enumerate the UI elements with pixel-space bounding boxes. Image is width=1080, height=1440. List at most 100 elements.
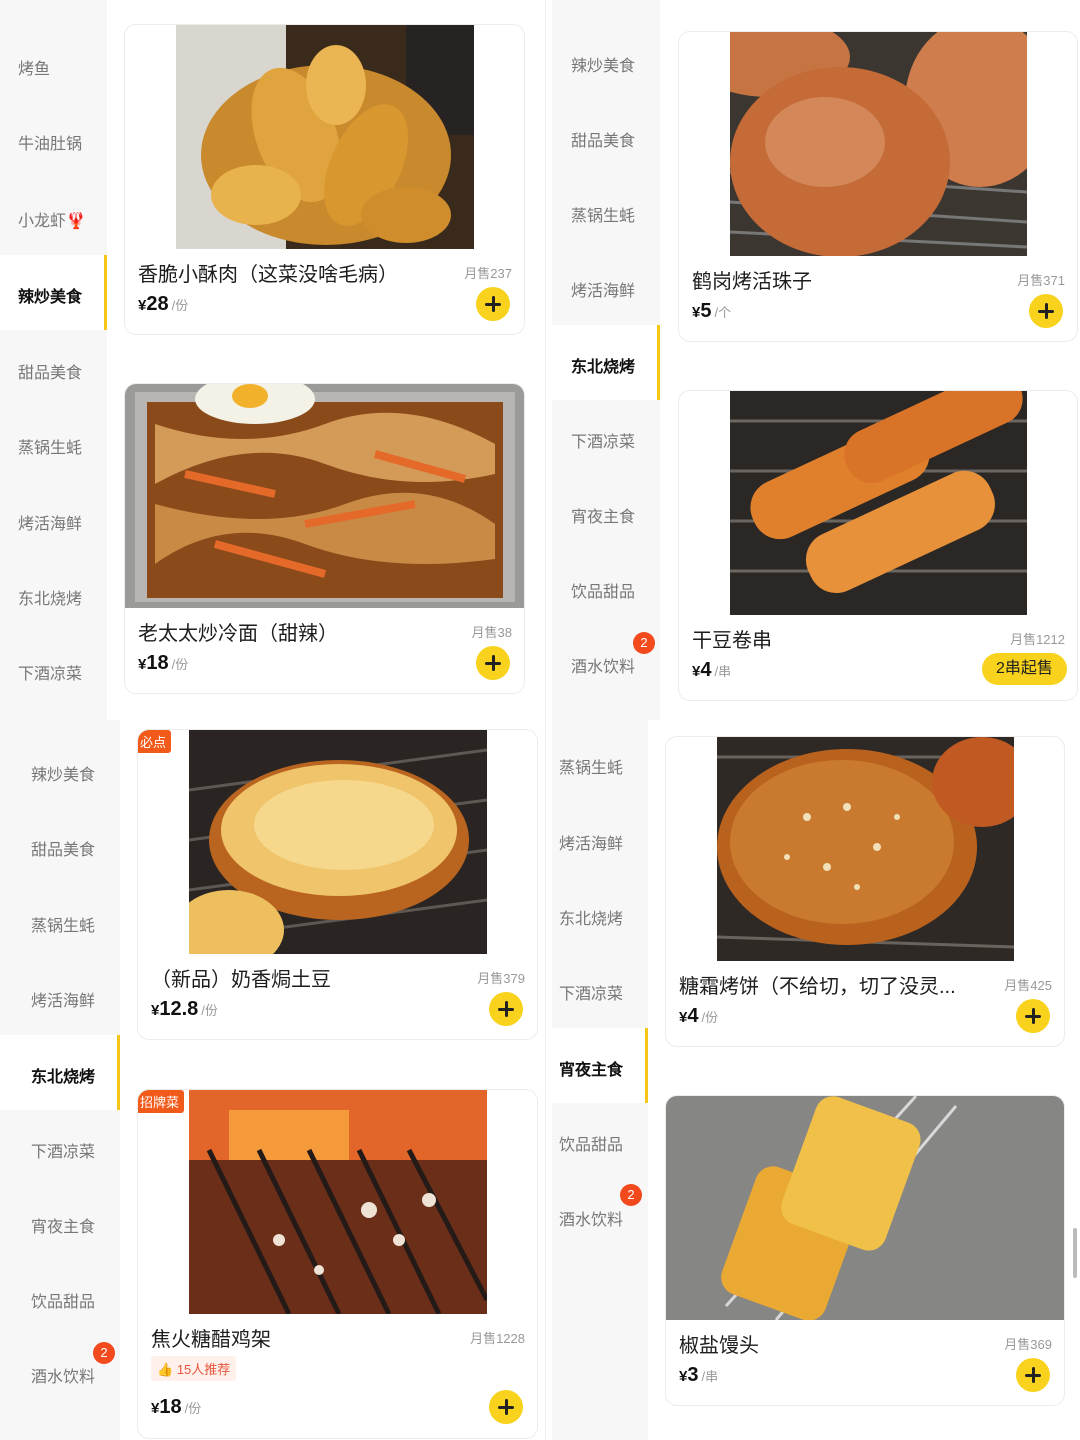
product-card[interactable]: 老太太炒冷面（甜辣） 月售38 ¥18/份 — [124, 383, 525, 694]
category-label: 烤活海鲜 — [559, 836, 624, 853]
price-value: 3 — [687, 1364, 699, 1386]
category-label: 甜品美食 — [571, 133, 636, 150]
category-sidebar: 辣炒美食 甜品美食 蒸锅生蚝 烤活海鲜 东北烧烤 下酒凉菜 宵夜主食 饮品甜品 … — [0, 720, 120, 1440]
product-card[interactable]: 香脆小酥肉（这菜没啥毛病） 月售237 ¥28/份 — [124, 24, 525, 335]
category-item[interactable]: 下酒凉菜 — [552, 413, 660, 463]
category-label: 东北烧烤 — [31, 1069, 96, 1086]
product-image-grilled-eggs — [730, 32, 1027, 256]
category-item[interactable]: 蒸锅生蚝 — [552, 739, 648, 789]
category-item[interactable]: 烤鱼 — [0, 40, 107, 90]
category-item[interactable]: 下酒凉菜 — [0, 645, 107, 695]
price-unit: /个 — [714, 305, 732, 320]
category-item[interactable]: 下酒凉菜 — [0, 1123, 120, 1173]
product-name: 干豆卷串 — [692, 630, 772, 652]
category-label: 东北烧烤 — [18, 591, 83, 608]
active-indicator — [104, 255, 107, 330]
category-item[interactable]: 甜品美食 — [0, 821, 120, 871]
category-item[interactable]: 辣炒美食 — [552, 37, 660, 87]
category-item[interactable]: 蒸锅生蚝 — [0, 897, 120, 947]
product-name: （新品）奶香焗土豆 — [151, 969, 331, 991]
category-item[interactable]: 蒸锅生蚝 — [0, 419, 107, 469]
product-name: 鹤岗烤活珠子 — [692, 271, 812, 293]
category-item[interactable]: 宵夜主食 — [0, 1198, 120, 1248]
product-card[interactable]: 鹤岗烤活珠子 月售371 ¥5/个 — [678, 31, 1078, 342]
category-label: 蒸锅生蚝 — [571, 208, 636, 225]
price-unit: /份 — [171, 298, 189, 313]
category-item[interactable]: 烤活海鲜 — [0, 495, 107, 545]
cart-count-badge: 2 — [620, 1184, 642, 1206]
category-label: 宵夜主食 — [559, 1062, 624, 1079]
product-image-sugar-pancake — [717, 737, 1014, 961]
category-item[interactable]: 甜品美食 — [0, 344, 107, 394]
add-to-cart-button[interactable] — [489, 992, 523, 1026]
category-label: 酒水饮料 — [571, 659, 636, 676]
add-to-cart-button[interactable] — [1029, 294, 1063, 328]
category-label: 下酒凉菜 — [559, 986, 624, 1003]
category-item[interactable]: 饮品甜品 — [552, 1116, 648, 1166]
category-item[interactable]: 下酒凉菜 — [552, 965, 648, 1015]
category-label: 辣炒美食 — [571, 58, 636, 75]
minimum-order-button[interactable]: 2串起售 — [982, 653, 1067, 685]
product-card[interactable]: 招牌菜 焦火糖醋鸡架 月售1228 👍 15人推荐 ¥18/份 — [137, 1089, 538, 1439]
category-item[interactable]: 饮品甜品 — [552, 563, 660, 613]
category-item[interactable]: 辣炒美食 — [0, 746, 120, 796]
panel-top-right: 辣炒美食 甜品美食 蒸锅生蚝 烤活海鲜 东北烧烤 下酒凉菜 宵夜主食 饮品甜品 … — [552, 0, 1080, 720]
price-value: 4 — [687, 1005, 699, 1027]
monthly-sales: 月售369 — [1004, 1337, 1052, 1352]
scrollbar[interactable] — [1073, 1228, 1077, 1278]
price-unit: /份 — [201, 1003, 218, 1018]
category-item[interactable]: 甜品美食 — [552, 112, 660, 162]
category-label: 蒸锅生蚝 — [559, 760, 624, 777]
product-price: ¥3/串 — [679, 1364, 718, 1387]
add-to-cart-button[interactable] — [1016, 1358, 1050, 1392]
cart-count-badge: 2 — [633, 632, 655, 654]
price-value: 18 — [146, 652, 169, 674]
category-item[interactable]: 牛油肚锅 — [0, 115, 107, 165]
product-card[interactable]: 必点 （新品）奶香焗土豆 月售379 ¥12.8/份 — [137, 729, 538, 1040]
product-name: 香脆小酥肉（这菜没啥毛病） — [138, 264, 398, 286]
monthly-sales: 月售379 — [477, 971, 525, 986]
add-to-cart-button[interactable] — [1016, 999, 1050, 1033]
add-to-cart-button[interactable] — [476, 287, 510, 321]
category-item[interactable]: 蒸锅生蚝 — [552, 187, 660, 237]
category-label: 饮品甜品 — [571, 584, 636, 601]
monthly-sales: 月售38 — [471, 625, 512, 640]
category-label: 东北烧烤 — [571, 359, 636, 376]
price-unit: /份 — [184, 1401, 202, 1416]
category-label: 烤活海鲜 — [18, 516, 83, 533]
add-to-cart-button[interactable] — [489, 1390, 523, 1424]
add-to-cart-button[interactable] — [476, 646, 510, 680]
product-card[interactable]: 干豆卷串 月售1212 ¥4/串 2串起售 — [678, 390, 1078, 701]
product-image-baked-potato — [189, 730, 487, 954]
category-item[interactable]: 小龙虾🦞 — [0, 192, 107, 242]
price-unit: /串 — [714, 664, 732, 679]
category-item[interactable]: 饮品甜品 — [0, 1273, 120, 1323]
recommend-label: 👍 15人推荐 — [151, 1356, 237, 1381]
category-item[interactable]: 烤活海鲜 — [0, 972, 120, 1022]
category-item-active[interactable]: 东北烧烤 — [552, 325, 660, 400]
category-label: 小龙虾🦞 — [18, 213, 86, 230]
product-price: ¥18/份 — [151, 1396, 201, 1419]
category-item-active[interactable]: 宵夜主食 — [552, 1028, 648, 1103]
product-price: ¥18/份 — [138, 652, 188, 675]
product-price: ¥4/份 — [679, 1005, 718, 1028]
category-label: 东北烧烤 — [559, 911, 624, 928]
category-item[interactable]: 东北烧烤 — [0, 570, 107, 620]
price-value: 28 — [146, 293, 169, 315]
category-item-active[interactable]: 辣炒美食 — [0, 255, 107, 330]
category-item-active[interactable]: 东北烧烤 — [0, 1035, 120, 1110]
thumbs-up-icon: 👍 — [157, 1362, 177, 1377]
category-label: 烤活海鲜 — [571, 283, 636, 300]
category-sidebar: 辣炒美食 甜品美食 蒸锅生蚝 烤活海鲜 东北烧烤 下酒凉菜 宵夜主食 饮品甜品 … — [552, 0, 660, 720]
product-price: ¥4/串 — [692, 659, 731, 682]
product-card[interactable]: 糖霜烤饼（不给切，切了没灵... 月售425 ¥4/份 — [665, 736, 1065, 1047]
price-value: 5 — [700, 300, 712, 322]
category-label: 宵夜主食 — [571, 509, 636, 526]
product-card[interactable]: 椒盐馒头 月售369 ¥3/串 — [665, 1095, 1065, 1406]
price-value: 18 — [159, 1396, 182, 1418]
category-item[interactable]: 烤活海鲜 — [552, 815, 648, 865]
category-item[interactable]: 宵夜主食 — [552, 488, 660, 538]
product-image-fried-cold-noodles — [125, 384, 524, 608]
category-item[interactable]: 烤活海鲜 — [552, 262, 660, 312]
category-item[interactable]: 东北烧烤 — [552, 890, 648, 940]
